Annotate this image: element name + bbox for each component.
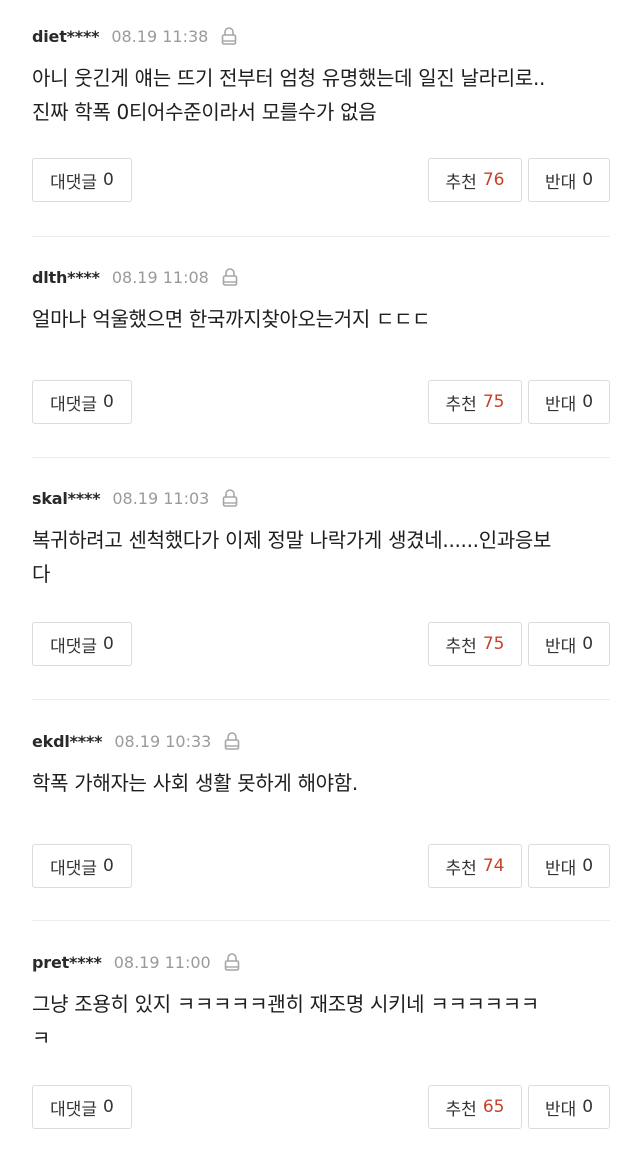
reply-count: 0	[103, 1097, 114, 1117]
recommend-button[interactable]: 추천 65	[428, 1085, 522, 1129]
comment-meta: diet**** 08.19 11:38	[32, 24, 238, 48]
lock-icon[interactable]	[223, 952, 241, 972]
oppose-button[interactable]: 반대 0	[528, 1085, 610, 1129]
reply-label: 대댓글	[50, 1099, 98, 1120]
comment-text: 학폭 가해자는 사회 생활 못하게 해야함.	[32, 766, 616, 800]
comment-text: 얼마나 억울했으면 한국까지찾아오는거지 ㄷㄷㄷ	[32, 302, 616, 336]
lock-icon[interactable]	[220, 26, 238, 46]
recommend-count: 75	[482, 392, 505, 412]
oppose-count: 0	[582, 634, 594, 654]
oppose-button[interactable]: 반대 0	[528, 844, 610, 888]
lock-icon[interactable]	[221, 267, 239, 287]
comment-divider	[32, 920, 610, 921]
oppose-button[interactable]: 반대 0	[528, 622, 610, 666]
comment-text-line: 진짜 학폭 0티어수준이라서 모를수가 없음	[32, 100, 377, 124]
reply-count: 0	[103, 634, 114, 654]
comment-item: dlth**** 08.19 11:08 얼마나 억울했으면 한국까지찾아오는거…	[0, 265, 640, 435]
oppose-count: 0	[582, 1097, 594, 1117]
comment-meta: pret**** 08.19 11:00	[32, 950, 241, 974]
reply-button[interactable]: 대댓글 0	[32, 380, 132, 424]
recommend-button[interactable]: 추천 75	[428, 622, 522, 666]
comment-author[interactable]: dlth****	[32, 268, 100, 287]
comment-item: pret**** 08.19 11:00 그냥 조용히 있지 ㅋㅋㅋㅋㅋ괜히 재…	[0, 950, 640, 1140]
comment-item: ekdl**** 08.19 10:33 학폭 가해자는 사회 생활 못하게 해…	[0, 729, 640, 899]
oppose-count: 0	[582, 856, 594, 876]
comment-text-line: 그냥 조용히 있지 ㅋㅋㅋㅋㅋ괜히 재조명 시키네 ㅋㅋㅋㅋㅋㅋ	[32, 992, 539, 1016]
comment-date: 08.19 11:08	[111, 267, 209, 287]
reply-label: 대댓글	[50, 636, 98, 657]
comment-date: 08.19 11:38	[111, 26, 209, 46]
comment-text: 아니 웃긴게 얘는 뜨기 전부터 엄청 유명했는데 일진 날라리로.. 진짜 학…	[32, 61, 616, 129]
reply-count: 0	[103, 856, 114, 876]
oppose-label: 반대	[544, 1099, 577, 1120]
recommend-count: 76	[482, 170, 505, 190]
reply-button[interactable]: 대댓글 0	[32, 1085, 132, 1129]
comment-meta: skal**** 08.19 11:03	[32, 486, 239, 510]
comment-text-line: 다	[32, 562, 51, 586]
comment-author[interactable]: pret****	[32, 953, 102, 972]
recommend-label: 추천	[445, 636, 477, 657]
recommend-count: 74	[482, 856, 505, 876]
comment-divider	[32, 457, 610, 458]
comment-date: 08.19 10:33	[114, 731, 212, 751]
comment-date: 08.19 11:03	[112, 488, 210, 508]
recommend-count: 75	[482, 634, 505, 654]
comment-author[interactable]: skal****	[32, 489, 101, 508]
reply-label: 대댓글	[50, 394, 98, 415]
oppose-label: 반대	[544, 172, 577, 193]
oppose-button[interactable]: 반대 0	[528, 158, 610, 202]
recommend-label: 추천	[445, 172, 477, 193]
comment-text: 복귀하려고 센척했다가 이제 정말 나락가게 생겼네......인과응보 다	[32, 523, 616, 591]
recommend-button[interactable]: 추천 75	[428, 380, 522, 424]
comment-author[interactable]: diet****	[32, 27, 100, 46]
comment-meta: ekdl**** 08.19 10:33	[32, 729, 241, 753]
comment-meta: dlth**** 08.19 11:08	[32, 265, 239, 289]
recommend-label: 추천	[445, 394, 477, 415]
comment-item: skal**** 08.19 11:03 복귀하려고 센척했다가 이제 정말 나…	[0, 486, 640, 676]
comment-text-line: 복귀하려고 센척했다가 이제 정말 나락가게 생겼네......인과응보	[32, 528, 552, 552]
oppose-count: 0	[582, 392, 594, 412]
oppose-button[interactable]: 반대 0	[528, 380, 610, 424]
reply-button[interactable]: 대댓글 0	[32, 622, 132, 666]
comment-divider	[32, 236, 610, 237]
recommend-label: 추천	[445, 1099, 477, 1120]
reply-button[interactable]: 대댓글 0	[32, 158, 132, 202]
comment-text-line: ㅋ	[32, 1026, 51, 1050]
recommend-button[interactable]: 추천 74	[428, 844, 522, 888]
comment-author[interactable]: ekdl****	[32, 732, 103, 751]
recommend-button[interactable]: 추천 76	[428, 158, 522, 202]
comment-text-line: 학폭 가해자는 사회 생활 못하게 해야함.	[32, 771, 358, 795]
comment-text-line: 아니 웃긴게 얘는 뜨기 전부터 엄청 유명했는데 일진 날라리로..	[32, 66, 546, 90]
oppose-label: 반대	[544, 394, 577, 415]
reply-count: 0	[103, 392, 114, 412]
oppose-label: 반대	[544, 858, 577, 879]
reply-button[interactable]: 대댓글 0	[32, 844, 132, 888]
comment-divider	[32, 699, 610, 700]
recommend-label: 추천	[445, 858, 477, 879]
recommend-count: 65	[482, 1097, 505, 1117]
comment-item: diet**** 08.19 11:38 아니 웃긴게 얘는 뜨기 전부터 엄청…	[0, 24, 640, 214]
reply-count: 0	[103, 170, 114, 190]
reply-label: 대댓글	[50, 172, 98, 193]
comment-text-line: 얼마나 억울했으면 한국까지찾아오는거지 ㄷㄷㄷ	[32, 307, 431, 331]
oppose-count: 0	[582, 170, 594, 190]
reply-label: 대댓글	[50, 858, 98, 879]
oppose-label: 반대	[544, 636, 577, 657]
comment-text: 그냥 조용히 있지 ㅋㅋㅋㅋㅋ괜히 재조명 시키네 ㅋㅋㅋㅋㅋㅋ ㅋ	[32, 987, 616, 1055]
lock-icon[interactable]	[223, 731, 241, 751]
lock-icon[interactable]	[221, 488, 239, 508]
comment-date: 08.19 11:00	[113, 952, 211, 972]
